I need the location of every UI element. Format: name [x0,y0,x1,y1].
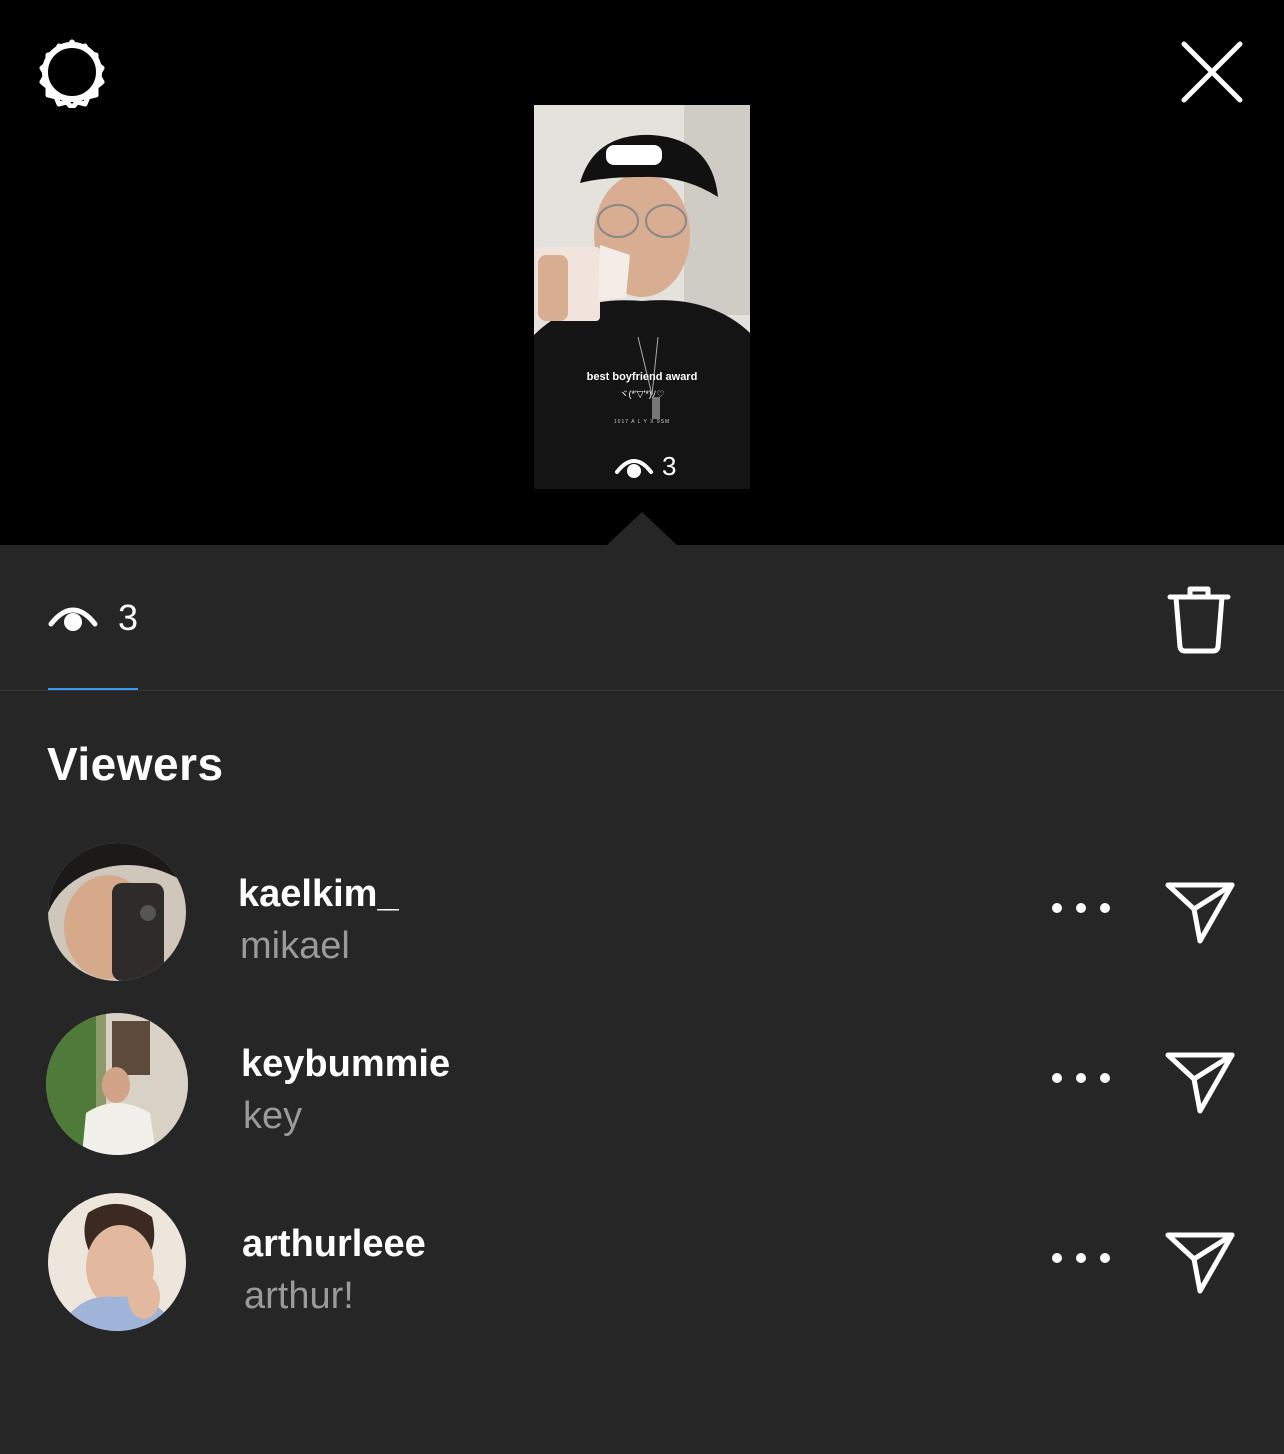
tab-viewers[interactable]: 3 [48,597,138,639]
story-view-count-label: 3 [662,451,677,481]
send-icon[interactable] [1164,879,1236,945]
viewer-row[interactable]: keybummie key [0,1013,1284,1155]
story-shirt-text: 1017 A L Y X 9SM [613,419,671,425]
viewer-row[interactable]: kaelkim_ mikael [0,843,1284,983]
avatar-photo [48,1193,186,1331]
viewers-sheet: 3 Viewers kaelkim_ mikael keybummie key … [0,545,1284,1454]
viewers-title: Viewers [47,738,224,790]
viewer-username[interactable]: keybummie [241,1043,450,1086]
avatar[interactable] [48,843,186,981]
sheet-tabbar: 3 [0,545,1284,691]
avatar-photo [46,1013,188,1155]
avatar[interactable] [48,1193,186,1331]
tab-viewers-count: 3 [118,597,139,638]
story-photo [534,105,750,489]
more-dots-icon[interactable] [1052,1063,1110,1093]
avatar-photo [48,843,186,981]
sheet-pointer [606,512,678,546]
avatar[interactable] [46,1013,188,1155]
viewer-username[interactable]: kaelkim_ [238,873,399,916]
viewer-row[interactable]: arthurleee arthur! [0,1193,1284,1333]
eye-icon [48,607,98,631]
story-thumbnail[interactable]: best boyfriend award ヾ(*'▽'*)ﾉ♡ 1017 A L… [534,105,750,489]
send-icon[interactable] [1164,1049,1236,1115]
trash-icon[interactable] [1166,583,1232,655]
send-icon[interactable] [1164,1229,1236,1295]
viewer-fullname: mikael [240,925,350,967]
tab-active-indicator [48,688,138,690]
eye-icon [615,458,653,478]
story-caption: best boyfriend award [586,371,698,383]
viewer-username[interactable]: arthurleee [242,1223,426,1266]
more-dots-icon[interactable] [1052,893,1110,923]
close-icon[interactable] [1176,36,1248,108]
gear-icon[interactable] [36,36,108,108]
viewer-fullname: key [243,1095,303,1137]
viewer-fullname: arthur! [244,1275,354,1317]
story-preview-area: best boyfriend award ヾ(*'▽'*)ﾉ♡ 1017 A L… [0,0,1284,546]
more-dots-icon[interactable] [1052,1243,1110,1273]
story-emoticon: ヾ(*'▽'*)ﾉ♡ [619,389,665,399]
story-view-count: 3 [614,451,676,482]
